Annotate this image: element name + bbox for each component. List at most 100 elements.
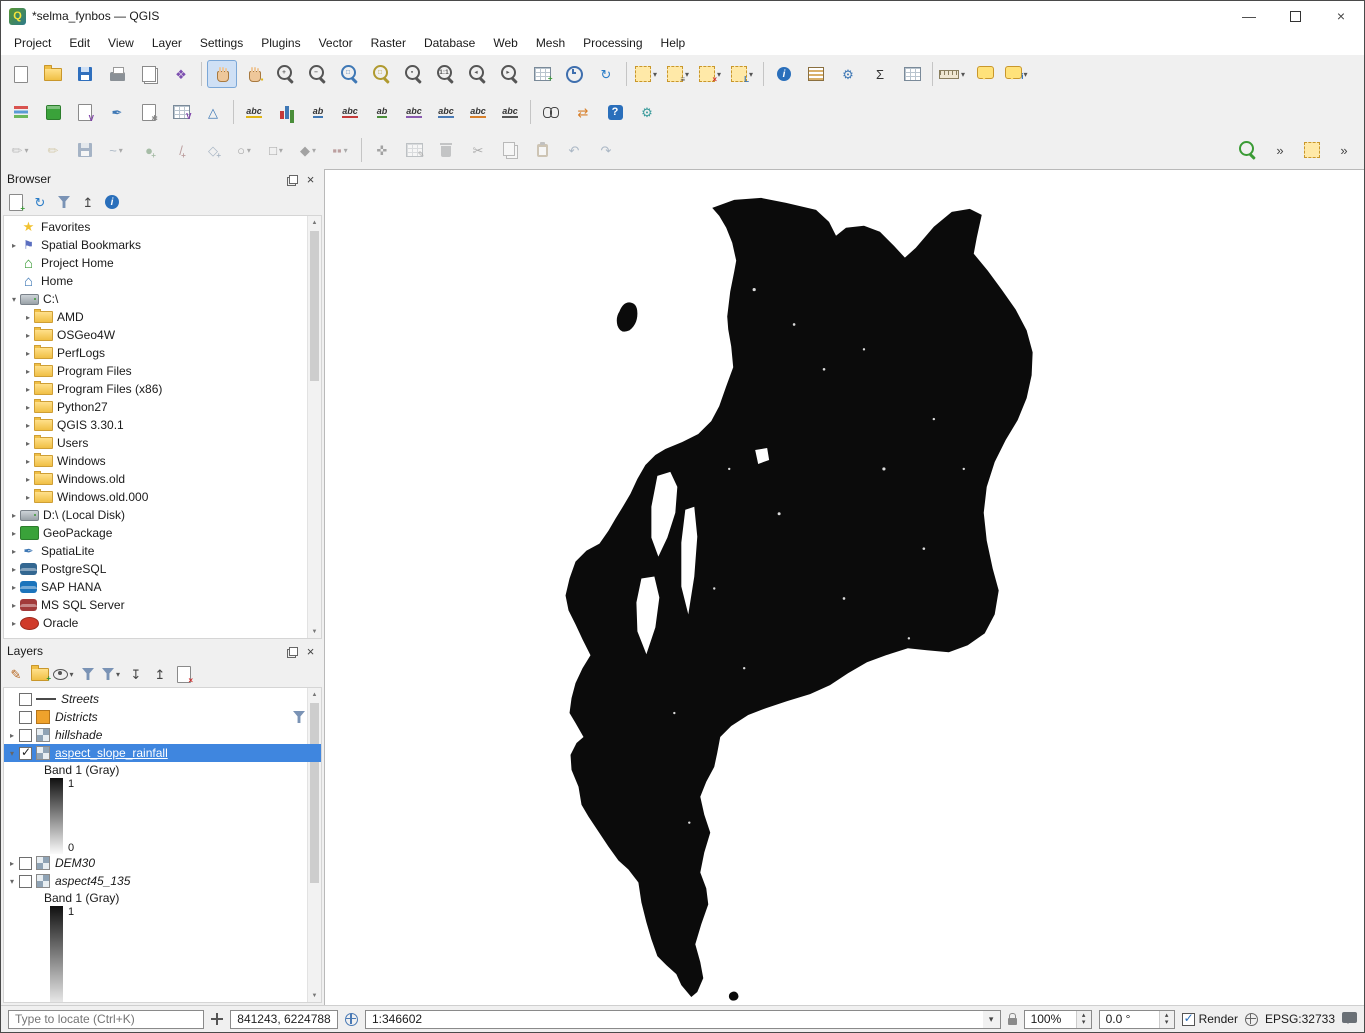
title-bar[interactable]: *selma_fynbos — QGIS —× [1, 1, 1364, 31]
delete-selected[interactable] [431, 136, 461, 164]
dropdown-arrow[interactable] [114, 663, 122, 685]
expand-arrow[interactable] [22, 367, 34, 376]
layer-item[interactable]: DEM30 [4, 854, 321, 872]
tree-item[interactable]: Windows [4, 452, 321, 470]
map-canvas[interactable] [324, 169, 1364, 1005]
current-edits[interactable]: ✏ [6, 136, 36, 164]
tree-item[interactable]: D:\ (Local Disk) [4, 506, 321, 524]
label-properties[interactable]: abc [495, 98, 525, 126]
dropdown-arrow[interactable] [117, 136, 125, 164]
close-panel-button[interactable]: × [303, 172, 318, 187]
move-label[interactable]: abc [399, 98, 429, 126]
toolbar-overflow-2[interactable]: » [1329, 136, 1359, 164]
render-check-icon[interactable] [1182, 1013, 1195, 1026]
cut-features[interactable]: ✂ [463, 136, 493, 164]
save-project[interactable] [70, 60, 100, 88]
tree-item[interactable]: Python27 [4, 398, 321, 416]
tree-item[interactable]: AMD [4, 308, 321, 326]
open-layer-styling[interactable]: ✎ [5, 663, 27, 685]
menu-view[interactable]: View [99, 33, 143, 53]
layer-item[interactable]: Streets [4, 690, 321, 708]
processing-toolbox[interactable]: ⚙ [632, 98, 662, 126]
move-feature[interactable]: ✜ [367, 136, 397, 164]
field-calculator[interactable] [801, 60, 831, 88]
select-tool-plugin[interactable] [1297, 136, 1327, 164]
menu-help[interactable]: Help [652, 33, 695, 53]
expand-arrow[interactable] [22, 493, 34, 502]
layer-item[interactable]: hillshade [4, 726, 321, 744]
dropdown-arrow[interactable] [342, 136, 350, 164]
dropdown-arrow[interactable] [310, 136, 318, 164]
new-mesh-layer[interactable]: △ [198, 98, 228, 126]
tree-item[interactable]: Oracle [4, 614, 321, 632]
tree-item[interactable]: Spatial Bookmarks [4, 236, 321, 254]
zoom-full-extent[interactable]: □ [335, 60, 365, 88]
scroll-down-icon[interactable] [308, 625, 321, 638]
expand-arrow[interactable] [6, 731, 18, 740]
osm-place-search[interactable] [536, 98, 566, 126]
temporal-controller[interactable] [559, 60, 589, 88]
open-attribute-table[interactable] [897, 60, 927, 88]
tree-item[interactable]: Program Files [4, 362, 321, 380]
select-features-by-value[interactable]: ≡ [664, 60, 694, 88]
menu-mesh[interactable]: Mesh [527, 33, 574, 53]
modify-attributes[interactable]: ✎ [399, 136, 429, 164]
rotation-spinbox[interactable]: 0.0 ° [1099, 1010, 1175, 1029]
new-map-view[interactable]: + [527, 60, 557, 88]
layer-checkbox[interactable] [19, 857, 32, 870]
expand-arrow[interactable] [22, 313, 34, 322]
expand-arrow[interactable] [6, 877, 18, 886]
minimize-button[interactable]: — [1226, 1, 1272, 31]
open-project[interactable] [38, 60, 68, 88]
zoom-next[interactable]: ▸ [495, 60, 525, 88]
expand-arrow[interactable] [8, 511, 20, 520]
layer-item[interactable]: Districts [4, 708, 321, 726]
run-feature-action[interactable]: ⚙ [833, 60, 863, 88]
tree-item[interactable]: Project Home [4, 254, 321, 272]
menu-plugins[interactable]: Plugins [252, 33, 309, 53]
tree-item[interactable]: QGIS 3.30.1 [4, 416, 321, 434]
zoom-last[interactable]: ◂ [463, 60, 493, 88]
expand-arrow[interactable] [8, 565, 20, 574]
deselect-features[interactable]: × [696, 60, 726, 88]
labeling-options[interactable]: abc [239, 98, 269, 126]
expand-arrow[interactable] [22, 475, 34, 484]
show-hidden-labels[interactable]: ab [367, 98, 397, 126]
expand-arrow[interactable] [8, 529, 20, 538]
dropdown-arrow[interactable] [22, 136, 30, 164]
dropdown-arrow[interactable] [68, 663, 75, 685]
spinner-buttons[interactable] [1159, 1011, 1174, 1028]
add-group[interactable]: + [29, 663, 51, 685]
data-source-manager[interactable] [6, 98, 36, 126]
print-layout[interactable] [102, 60, 132, 88]
expand-arrow[interactable] [6, 749, 18, 758]
zoom-to-selection[interactable]: □ [367, 60, 397, 88]
filter-legend[interactable] [77, 663, 99, 685]
save-layer-edits[interactable] [70, 136, 100, 164]
zoom-out[interactable]: − [303, 60, 333, 88]
tree-item[interactable]: Home [4, 272, 321, 290]
crs-icon[interactable] [1245, 1013, 1258, 1026]
menu-project[interactable]: Project [5, 33, 60, 53]
dropdown-arrow[interactable] [959, 60, 967, 88]
float-panel-button[interactable] [285, 644, 300, 659]
zoom-to-layer[interactable]: ▪ [399, 60, 429, 88]
scroll-up-icon[interactable] [308, 216, 321, 229]
magnifier-spinbox[interactable]: 100% [1024, 1010, 1092, 1029]
expand-arrow[interactable] [8, 241, 20, 250]
expand-all[interactable]: ↧ [125, 663, 147, 685]
tree-item[interactable]: OSGeo4W [4, 326, 321, 344]
expand-arrow[interactable] [22, 331, 34, 340]
scale-dropdown-icon[interactable] [983, 1011, 1000, 1028]
crs-label[interactable]: EPSG:32733 [1265, 1012, 1335, 1026]
paste-features[interactable] [527, 136, 557, 164]
expand-arrow[interactable] [22, 403, 34, 412]
add-rectangle[interactable]: □ [262, 136, 292, 164]
layer-checkbox[interactable] [19, 711, 32, 724]
manage-map-themes[interactable] [53, 663, 75, 685]
new-spatialite-layer[interactable]: ✒ [102, 98, 132, 126]
new-virtual-layer[interactable]: V [166, 98, 196, 126]
expand-arrow[interactable] [8, 547, 20, 556]
close-panel-button[interactable]: × [303, 644, 318, 659]
toolbar-overflow-1[interactable]: » [1265, 136, 1295, 164]
